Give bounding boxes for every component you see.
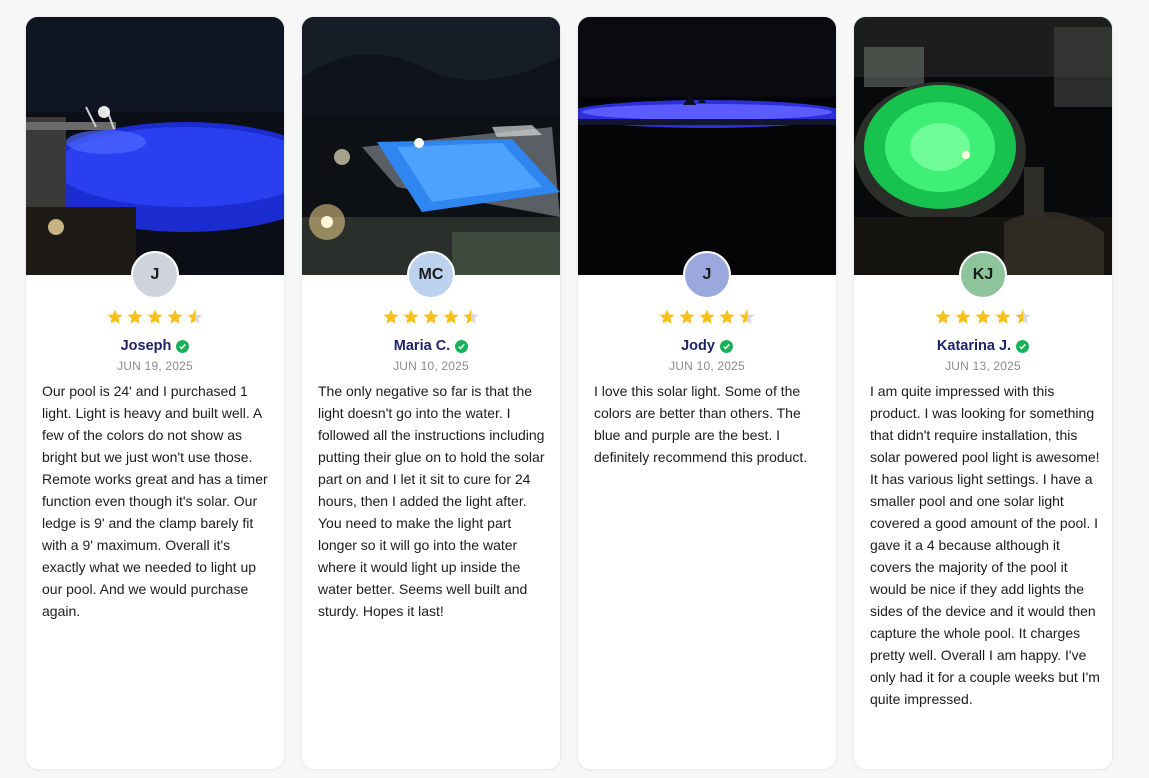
star-icon <box>422 308 440 326</box>
star-icon <box>106 308 124 326</box>
reviewer-name: Joseph <box>120 338 172 354</box>
review-card: MC Maria C. JUN 10, 2025 The only negati… <box>302 17 560 769</box>
review-card: J Jody JUN 10, 2025 I love this solar li… <box>578 17 836 769</box>
half-star-icon <box>186 308 204 326</box>
star-icon <box>166 308 184 326</box>
star-icon <box>954 308 972 326</box>
star-icon <box>402 308 420 326</box>
avatar: MC <box>407 251 455 299</box>
review-text: Our pool is 24' and I purchased 1 light.… <box>42 383 268 619</box>
star-rating <box>578 308 836 326</box>
star-icon <box>934 308 952 326</box>
review-date: JUN 19, 2025 <box>117 359 193 373</box>
star-icon <box>146 308 164 326</box>
review-date: JUN 13, 2025 <box>945 359 1021 373</box>
reviewer-row: Jody <box>578 338 836 354</box>
star-rating <box>854 308 1112 326</box>
review-date: JUN 10, 2025 <box>669 359 745 373</box>
star-icon <box>658 308 676 326</box>
half-star-icon <box>1014 308 1032 326</box>
review-photo[interactable] <box>854 17 1112 275</box>
review-text: The only negative so far is that the lig… <box>318 383 545 619</box>
star-icon <box>718 308 736 326</box>
review-card: KJ Katarina J. JUN 13, 2025 I am quite i… <box>854 17 1112 769</box>
review-card: J Joseph JUN 19, 2025 Our pool is 24' an… <box>26 17 284 769</box>
avatar: J <box>131 251 179 299</box>
verified-check-icon <box>455 339 469 353</box>
half-star-icon <box>738 308 756 326</box>
star-rating <box>302 308 560 326</box>
review-date: JUN 10, 2025 <box>393 359 469 373</box>
verified-check-icon <box>1016 339 1030 353</box>
reviewer-row: Joseph <box>26 338 284 354</box>
reviewer-name: Katarina J. <box>936 338 1012 354</box>
star-icon <box>678 308 696 326</box>
star-icon <box>126 308 144 326</box>
reviews-row: J Joseph JUN 19, 2025 Our pool is 24' an… <box>0 0 1149 778</box>
star-icon <box>994 308 1012 326</box>
star-icon <box>382 308 400 326</box>
avatar: J <box>683 251 731 299</box>
reviewer-name: Jody <box>681 338 715 354</box>
verified-check-icon <box>176 339 190 353</box>
avatar: KJ <box>959 251 1007 299</box>
reviewer-row: Maria C. <box>302 338 560 354</box>
star-rating <box>26 308 284 326</box>
review-photo[interactable] <box>302 17 560 275</box>
star-icon <box>974 308 992 326</box>
review-text: I am quite impressed with this product. … <box>870 383 1100 707</box>
star-icon <box>698 308 716 326</box>
verified-check-icon <box>719 339 733 353</box>
review-text: I love this solar light. Some of the col… <box>594 383 808 465</box>
star-icon <box>442 308 460 326</box>
review-photo[interactable] <box>578 17 836 275</box>
reviewer-row: Katarina J. <box>854 338 1112 354</box>
half-star-icon <box>462 308 480 326</box>
review-photo[interactable] <box>26 17 284 275</box>
reviewer-name: Maria C. <box>393 338 451 354</box>
